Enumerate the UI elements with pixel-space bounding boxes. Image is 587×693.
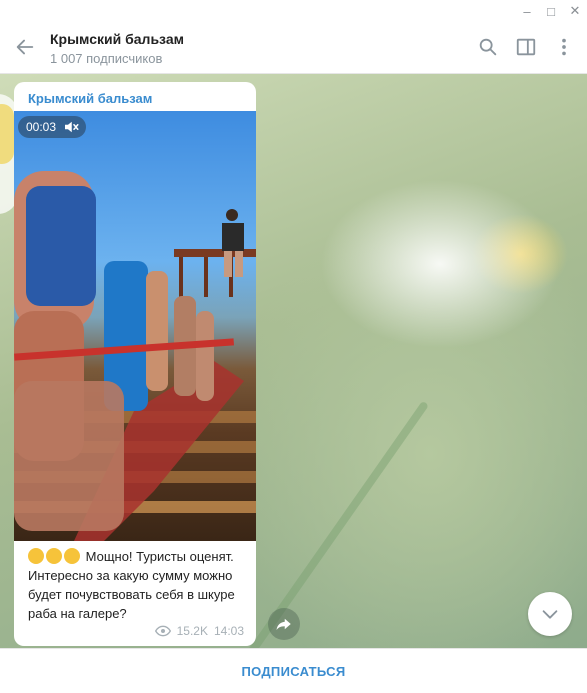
laughing-emoji-icon bbox=[46, 548, 62, 564]
footer-bar: ПОДПИСАТЬСЯ bbox=[0, 648, 587, 693]
message-meta: 15.2K 14:03 bbox=[154, 624, 244, 638]
views-eye-icon bbox=[154, 625, 171, 637]
laughing-emoji-icon bbox=[28, 548, 44, 564]
scroll-to-bottom-button[interactable] bbox=[528, 592, 572, 636]
message-bubble[interactable]: Крымский бальзам 00:03 Мощно! Туристы оц… bbox=[14, 82, 256, 646]
more-vertical-icon[interactable] bbox=[553, 36, 575, 58]
chat-area[interactable]: Крымский бальзам 00:03 Мощно! Туристы оц… bbox=[0, 74, 587, 648]
search-icon[interactable] bbox=[477, 36, 499, 58]
wallpaper-flower-center bbox=[0, 104, 14, 164]
subscriber-count: 1 007 подписчиков bbox=[50, 51, 163, 66]
video-player[interactable]: 00:03 bbox=[14, 111, 256, 541]
message-time: 14:03 bbox=[213, 624, 244, 638]
share-button[interactable] bbox=[268, 608, 300, 640]
share-arrow-icon bbox=[276, 618, 291, 630]
video-frame bbox=[14, 171, 256, 541]
message-channel-name[interactable]: Крымский бальзам bbox=[28, 91, 152, 106]
chat-title[interactable]: Крымский бальзам bbox=[50, 31, 184, 47]
chat-header: Крымский бальзам 1 007 подписчиков bbox=[0, 22, 587, 74]
laughing-emoji-icon bbox=[64, 548, 80, 564]
back-arrow-icon[interactable] bbox=[14, 36, 36, 58]
sidebar-toggle-icon[interactable] bbox=[515, 36, 537, 58]
wallpaper-stem bbox=[238, 400, 430, 648]
minimize-button[interactable]: – bbox=[514, 0, 540, 22]
subscribe-button[interactable]: ПОДПИСАТЬСЯ bbox=[241, 664, 345, 679]
video-time-badge[interactable]: 00:03 bbox=[18, 116, 86, 138]
window-titlebar: – □ ✕ bbox=[0, 0, 587, 22]
maximize-button[interactable]: □ bbox=[538, 0, 564, 22]
view-count: 15.2K bbox=[176, 624, 208, 638]
muted-speaker-icon[interactable] bbox=[62, 118, 80, 136]
message-text: Мощно! Туристы оценят. Интересно за каку… bbox=[28, 547, 248, 623]
close-window-button[interactable]: ✕ bbox=[562, 0, 587, 22]
video-time: 00:03 bbox=[26, 120, 57, 134]
chevron-down-icon bbox=[542, 610, 558, 619]
